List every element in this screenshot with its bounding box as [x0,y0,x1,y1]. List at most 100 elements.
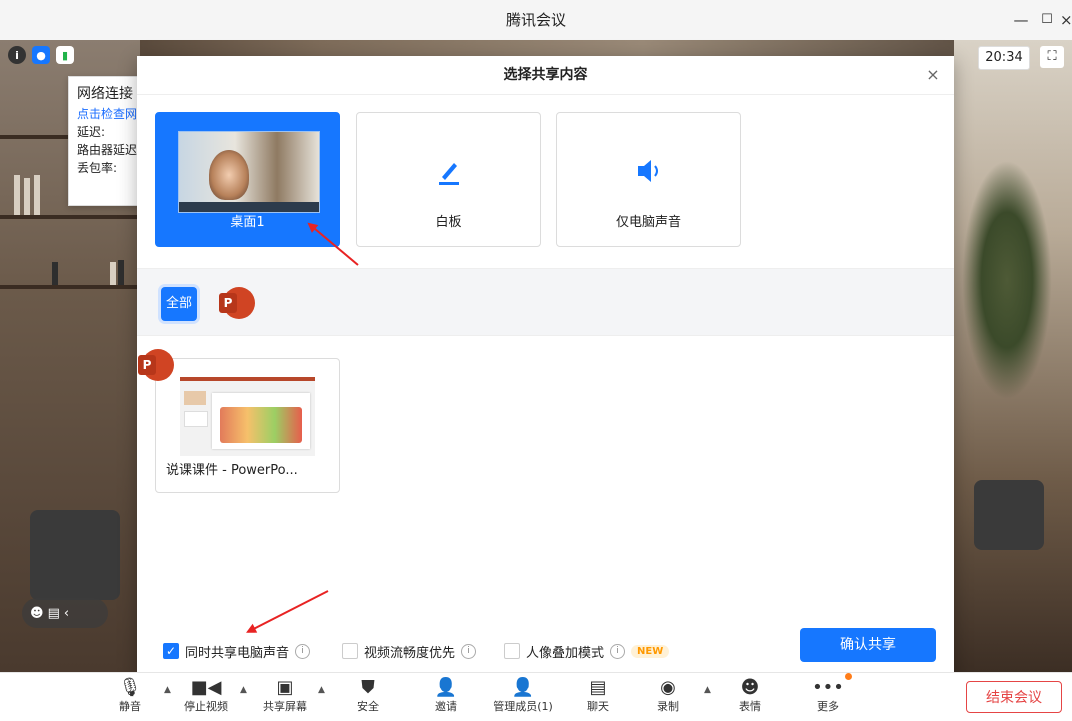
share-dialog: 选择共享内容 × 桌面1 白板 仅电脑声音 全部 P P 说课课件 - Powe… [137,56,954,678]
shelf [0,215,140,219]
collapse-icon[interactable]: ‹ [64,606,69,621]
fullscreen-icon[interactable]: ⛶ [1040,46,1064,68]
book [52,262,58,285]
checkbox[interactable] [504,643,521,659]
network-popup-title: 网络连接 [77,86,133,102]
room-right [954,40,1072,672]
invite-icon: 👤 [434,677,458,698]
emoji-float-icon[interactable]: ☻ [30,606,44,621]
network-check-link[interactable]: 点击检查网 [77,105,139,123]
record-icon: ◉ [660,677,676,698]
more-icon: ••• [812,677,844,698]
help-icon[interactable]: i [295,643,311,659]
toolbar-label: 共享屏幕 [263,700,307,713]
book [118,260,124,285]
option-label: 人像叠加模式 [526,645,605,661]
filter-row: 全部 P [137,268,954,336]
share-screen-icon: ▣ [276,677,294,698]
chair [30,510,120,600]
app-window-card[interactable]: P 说课课件 - PowerPo... [138,349,340,493]
caret-up-icon[interactable]: ▲ [164,685,171,695]
chair [974,480,1044,550]
end-meeting-button[interactable]: 结束会议 [966,681,1062,713]
chat-float-icon[interactable]: ▤ [48,606,60,621]
dialog-close-icon[interactable]: × [922,64,944,86]
maximize-button[interactable]: ☐ [1036,10,1058,30]
app-window-label: 说课课件 - PowerPo... [166,463,298,478]
powerpoint-icon: P [138,349,174,381]
toolbar-mute[interactable]: 🎙 静音 [112,677,148,715]
toolbar-label: 聊天 [587,700,609,713]
shield-icon: ⛊ [361,677,375,698]
toolbar-share-screen[interactable]: ▣ 共享屏幕 [256,677,314,715]
signal-icon[interactable]: ▮ [56,46,74,64]
new-badge: NEW [631,644,670,658]
slide-thumb [184,391,206,405]
toolbar-record[interactable]: ◉ 录制 [650,677,686,715]
book [14,175,20,215]
card-whiteboard[interactable]: 白板 [356,112,541,247]
floating-controls: ☻ ▤ ‹ [22,598,108,628]
help-icon[interactable]: i [461,643,477,659]
toolbar-chat[interactable]: ▤ 聊天 [580,677,616,715]
caret-up-icon[interactable]: ▲ [704,685,711,695]
caret-up-icon[interactable]: ▲ [240,685,247,695]
toolbar-label: 录制 [657,700,679,713]
book [110,262,116,285]
slide-thumb [184,411,208,427]
shelf [0,285,140,289]
toolbar-security[interactable]: ⛊ 安全 [350,677,386,715]
slide-preview [212,393,310,449]
mic-icon: 🎙 [118,677,142,698]
card-audio-only[interactable]: 仅电脑声音 [556,112,741,247]
app-thumbnail [180,377,315,456]
book [24,178,30,215]
minimize-button[interactable]: — [1010,10,1032,30]
latency-label: 延迟: [77,125,106,139]
ppt-badge: P [219,293,237,313]
toolbar-stop-video[interactable]: ■◀ 停止视频 [178,677,234,715]
slide-image [220,407,302,443]
toolbar-label: 邀请 [435,700,457,713]
network-popup: 网络连接 点击检查网 延迟: 路由器延迟 丢包率: [68,76,140,206]
toolbar-label: 安全 [357,700,379,713]
close-window-button[interactable]: × [1060,10,1072,30]
toolbar-emoji[interactable]: ☻ 表情 [732,677,768,715]
option-label: 视频流畅度优先 [364,645,456,661]
card-label: 白板 [435,215,462,230]
help-icon[interactable]: i [610,643,626,659]
thumbnail-person [209,150,249,200]
dialog-header: 选择共享内容 × [137,56,954,95]
powerpoint-filter-icon[interactable]: P [219,287,255,319]
option-portrait-overlay[interactable]: 人像叠加模式 i NEW [504,642,670,661]
toolbar-label: 表情 [739,700,761,713]
camera-icon: ■◀ [190,677,222,698]
speaker-icon [557,157,740,187]
status-icons: i ● ▮ [8,46,74,66]
packet-loss-label: 丢包率: [77,161,118,175]
ppt-badge: P [138,355,156,375]
confirm-share-button[interactable]: 确认共享 [800,628,936,662]
emoji-icon: ☻ [740,677,760,698]
checkbox[interactable]: ✓ [163,643,179,659]
option-label: 同时共享电脑声音 [185,645,290,661]
pen-icon [357,157,540,187]
info-icon[interactable]: i [8,46,26,64]
toolbar-more[interactable]: ••• 更多 [810,677,846,715]
option-share-audio[interactable]: ✓ 同时共享电脑声音 i [163,642,311,661]
option-video-smooth[interactable]: 视频流畅度优先 i [342,642,477,661]
toolbar-label: 停止视频 [184,700,228,713]
filter-all[interactable]: 全部 [161,287,197,321]
shield-icon[interactable]: ● [32,46,50,64]
toolbar-invite[interactable]: 👤 邀请 [426,677,466,715]
card-label: 仅电脑声音 [615,215,681,230]
checkbox[interactable] [342,643,359,659]
toolbar-members[interactable]: 👤 管理成员(1) [487,677,559,715]
window-title: 腾讯会议 [505,11,566,29]
book [34,175,40,215]
caret-up-icon[interactable]: ▲ [318,685,325,695]
toolbar-label: 管理成员(1) [493,700,553,713]
clock: 20:34 [978,46,1030,70]
desktop-thumbnail [178,131,320,213]
members-icon: 👤 [511,677,535,698]
